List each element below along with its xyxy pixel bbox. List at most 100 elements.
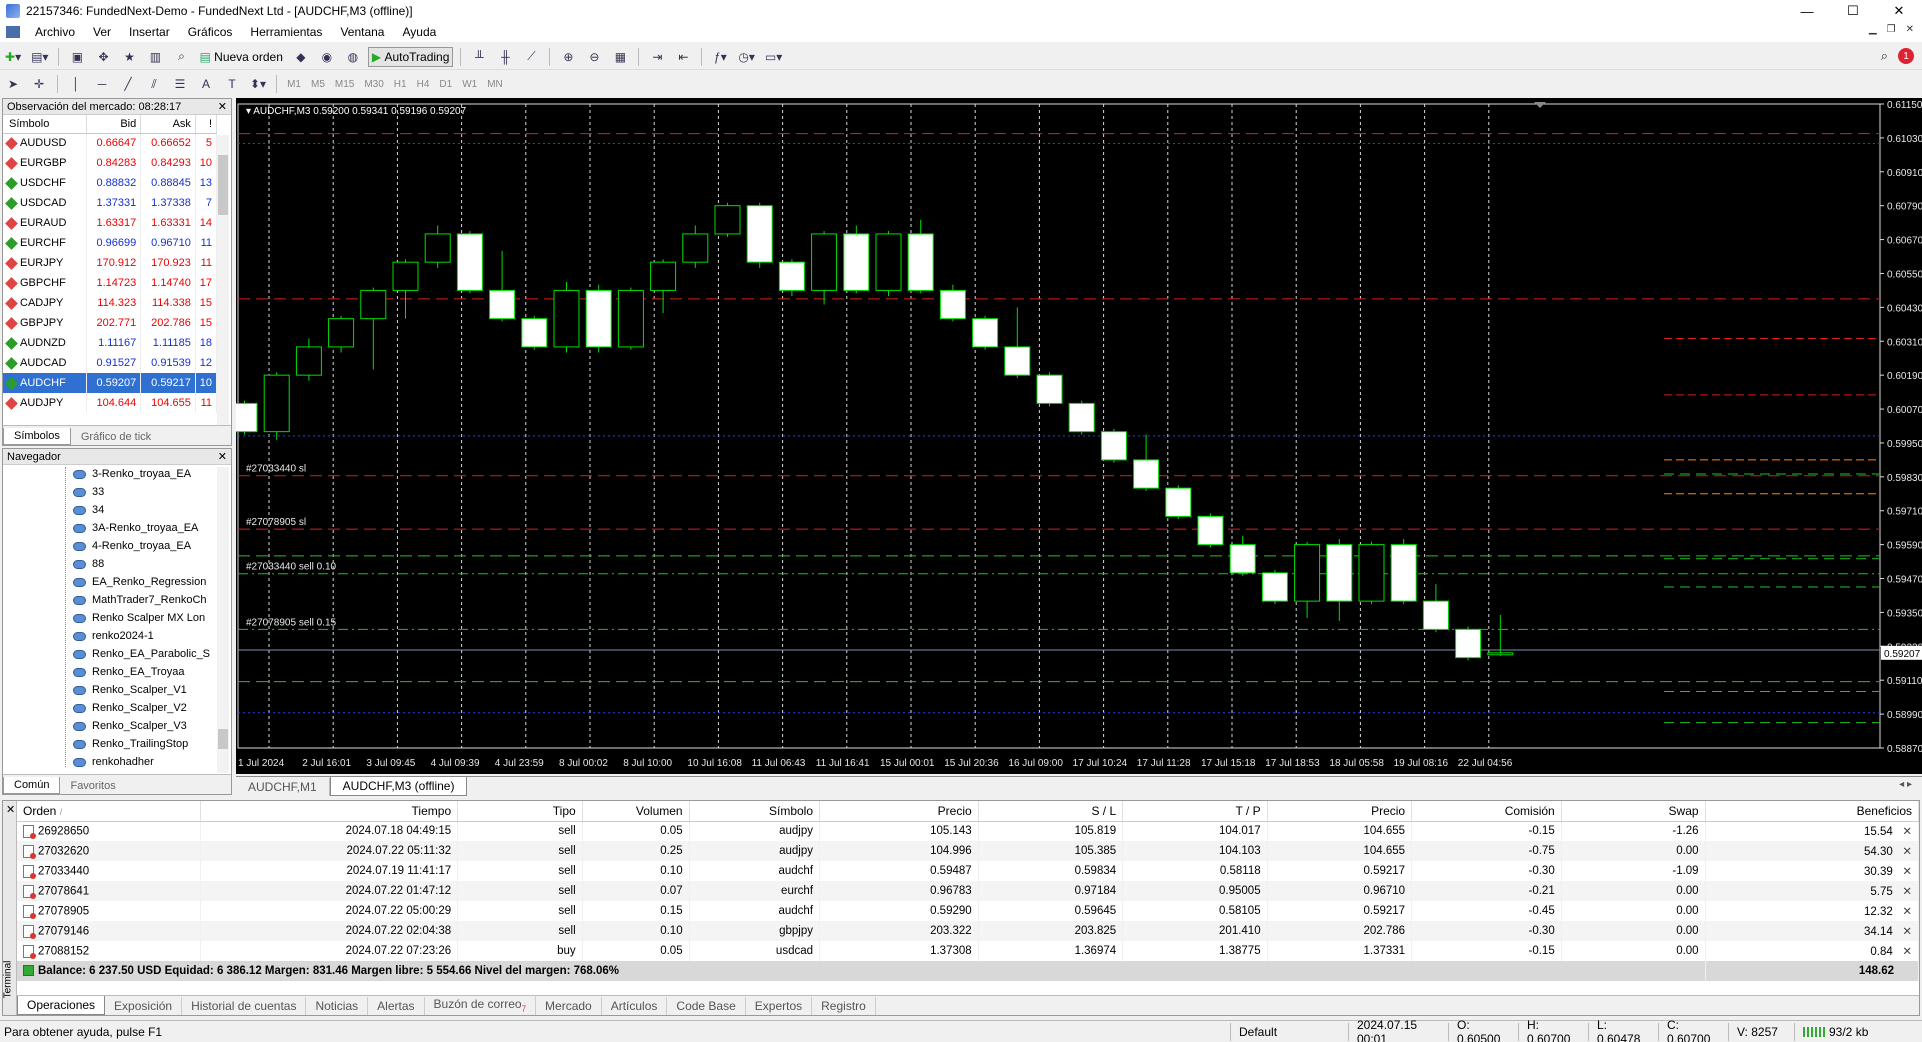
navigator-item[interactable]: 33 [73, 483, 231, 501]
terminal-tab[interactable]: Registro [812, 997, 876, 1015]
tile-windows-icon[interactable]: ▦ [609, 47, 631, 67]
col-swap[interactable]: Swap [1561, 801, 1706, 822]
order-row[interactable]: 27079146 2024.07.22 02:04:38 sell 0.10 gbpjp… [17, 921, 1920, 941]
chart-tab-scroll-icon[interactable]: ◂ ▸ [1899, 779, 1912, 790]
menu-ventana[interactable]: Ventana [331, 25, 393, 39]
col-symbol[interactable]: Símbolo [3, 115, 87, 134]
terminal-tab[interactable]: Exposición [105, 997, 183, 1015]
navigator-item[interactable]: Renko_EA_Troyaa [73, 663, 231, 681]
terminal-tab[interactable]: Alertas [368, 997, 425, 1015]
chart-window-icon[interactable] [6, 26, 20, 38]
channel-icon[interactable]: ⫽ [143, 74, 165, 94]
market-watch-scrollbar[interactable] [217, 135, 229, 433]
autotrading-button[interactable]: ▶ AutoTrading [367, 46, 454, 67]
symbol-cell[interactable]: CADJPY [3, 293, 87, 313]
navigator-item[interactable]: MathTrader7_RenkoCh [73, 591, 231, 609]
terminal-tab[interactable]: Code Base [667, 997, 746, 1015]
mdi-restore-icon[interactable]: ❐ [1887, 24, 1896, 35]
terminal-tab[interactable]: Buzón de correo7 [425, 994, 537, 1015]
order-row[interactable]: 27032620 2024.07.22 05:11:32 sell 0.25 audjp… [17, 841, 1920, 861]
tab-simbolos[interactable]: Símbolos [3, 428, 71, 445]
chart-tab-audchf-m3-offline[interactable]: AUDCHF,M3 (offline) [329, 777, 468, 796]
terminal-tab[interactable]: Noticias [306, 997, 369, 1015]
vertical-line-icon[interactable]: │ [65, 74, 87, 94]
symbol-cell[interactable]: AUDUSD [3, 133, 87, 153]
price-chart[interactable]: 1 Jul 2024 2 Jul 16:01 3 Jul 09:45 4 Jul 09… [236, 98, 1922, 774]
signals-icon[interactable]: ◉ [316, 47, 338, 67]
menu-graficos[interactable]: Gráficos [179, 25, 242, 39]
col-comision[interactable]: Comisión [1411, 801, 1562, 822]
col-beneficios[interactable]: Beneficios [1705, 801, 1920, 822]
navigator-item[interactable]: renko2024-1 [73, 627, 231, 645]
text-icon[interactable]: A [195, 74, 217, 94]
market-watch-row[interactable]: GBPJPY 202.771 202.786 15 [3, 313, 218, 333]
mdi-minimize-icon[interactable]: ▁ [1869, 24, 1877, 35]
col-sl[interactable]: S / L [978, 801, 1124, 822]
market-watch-row[interactable]: AUDNZD 1.11167 1.11185 18 [3, 333, 218, 353]
tab-favoritos[interactable]: Favoritos [60, 778, 125, 794]
navigator-item[interactable]: EA_Renko_Regression [73, 573, 231, 591]
chart-shift-icon[interactable]: ⇤ [672, 47, 694, 67]
navigator-item[interactable]: renkohadher [73, 753, 231, 771]
market-watch-row[interactable]: CADJPY 114.323 114.338 15 [3, 293, 218, 313]
crosshair-icon[interactable]: ✛ [28, 74, 50, 94]
chart-canvas[interactable]: 1 Jul 2024 2 Jul 16:01 3 Jul 09:45 4 Jul 09… [236, 98, 1922, 774]
vps-icon[interactable]: ◍ [342, 47, 364, 67]
symbol-cell[interactable]: GBPJPY [3, 313, 87, 333]
menu-herramientas[interactable]: Herramientas [241, 25, 331, 39]
symbol-cell[interactable]: USDCAD [3, 193, 87, 213]
symbol-cell[interactable]: AUDCHF [3, 373, 87, 393]
maximize-button[interactable]: ☐ [1830, 0, 1876, 22]
trendline-icon[interactable]: ╱ [117, 74, 139, 94]
col-precio[interactable]: Precio [819, 801, 979, 822]
market-watch-row[interactable]: AUDCAD 0.91527 0.91539 12 [3, 353, 218, 373]
order-row[interactable]: 27088152 2024.07.22 07:23:26 buy 0.05 usdcad… [17, 941, 1920, 961]
market-watch-row[interactable]: EURGBP 0.84283 0.84293 10 [3, 153, 218, 173]
fibonacci-icon[interactable]: ☰ [169, 74, 191, 94]
new-chart-icon[interactable]: ✚ ▾ [2, 47, 24, 67]
templates-icon[interactable]: ▭▾ [762, 47, 785, 67]
metaeditor-icon[interactable]: ◆ [290, 47, 312, 67]
menu-archivo[interactable]: Archivo [26, 25, 84, 39]
navigator-item[interactable]: 34 [73, 501, 231, 519]
text-label-icon[interactable]: T [221, 74, 243, 94]
symbol-cell[interactable]: EURGBP [3, 153, 87, 173]
symbol-cell[interactable]: AUDNZD [3, 333, 87, 353]
zoom-out-icon[interactable]: ⊖ [583, 47, 605, 67]
navigator-item[interactable]: Renko Scalper MX Lon [73, 609, 231, 627]
terminal-tab[interactable]: Expertos [746, 997, 813, 1015]
order-row[interactable]: 26928650 2024.07.18 04:49:15 sell 0.05 audjp… [17, 821, 1920, 841]
arrows-icon[interactable]: ⬍▾ [247, 74, 269, 94]
bar-chart-icon[interactable]: ╨ [468, 47, 490, 67]
terminal-tab[interactable]: Operaciones [17, 996, 106, 1015]
order-row[interactable]: 27078641 2024.07.22 01:47:12 sell 0.07 eurch… [17, 881, 1920, 901]
navigator-item[interactable]: Renko_Scalper_V2 [73, 699, 231, 717]
minimize-button[interactable]: — [1784, 0, 1830, 22]
col-bid[interactable]: Bid [86, 115, 142, 134]
navigator-item[interactable]: 3-Renko_troyaa_EA [73, 465, 231, 483]
tf-m15[interactable]: M15 [335, 79, 354, 90]
col-precio-actual[interactable]: Precio [1267, 801, 1413, 822]
symbol-cell[interactable]: GBPCHF [3, 273, 87, 293]
symbol-cell[interactable]: AUDCAD [3, 353, 87, 373]
terminal-tab[interactable]: Mercado [536, 997, 602, 1015]
market-watch-row[interactable]: AUDJPY 104.644 104.655 11 [3, 393, 218, 413]
candlestick-icon[interactable]: ╫ [494, 47, 516, 67]
col-simbolo[interactable]: Símbolo [689, 801, 821, 822]
menu-ayuda[interactable]: Ayuda [393, 25, 445, 39]
tf-d1[interactable]: D1 [439, 79, 452, 90]
terminal-tab[interactable]: Artículos [602, 997, 668, 1015]
menu-ver[interactable]: Ver [84, 25, 120, 39]
tf-h1[interactable]: H1 [394, 79, 407, 90]
navigator-item[interactable]: Renko_EA_Parabolic_S [73, 645, 231, 663]
chart-tab-audchf-m1[interactable]: AUDCHF,M1 [236, 778, 330, 796]
new-order-button[interactable]: ▤ Nueva orden [196, 47, 285, 67]
close-order-icon[interactable]: ✕ [1902, 926, 1912, 938]
navigator-icon[interactable]: ★ [118, 47, 140, 67]
market-watch-row[interactable]: EURAUD 1.63317 1.63331 14 [3, 213, 218, 233]
navigator-item[interactable]: Renko_Scalper_V3 [73, 717, 231, 735]
tf-m1[interactable]: M1 [287, 79, 301, 90]
col-tiempo[interactable]: Tiempo [200, 801, 459, 822]
col-ask[interactable]: Ask [140, 115, 196, 134]
market-watch-icon[interactable]: ▣ [66, 47, 88, 67]
